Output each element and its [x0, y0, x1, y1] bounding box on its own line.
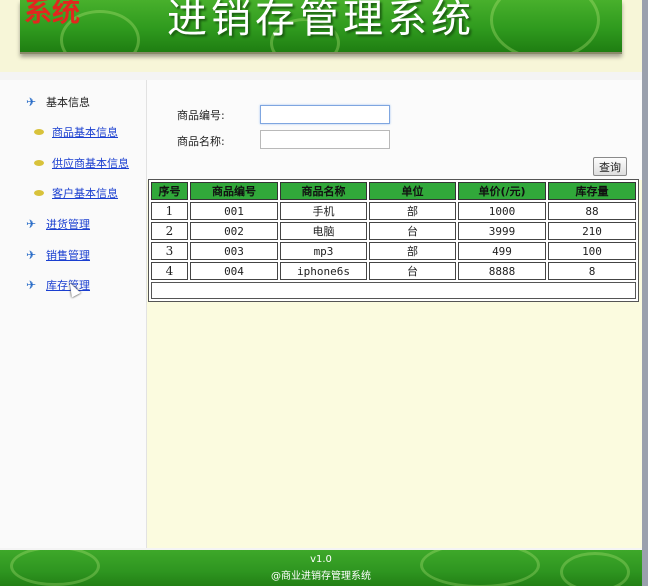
table-row[interactable]: 2 002 电脑 台 3999 210 — [151, 222, 636, 240]
footer-copyright: @商业进销存管理系统 — [271, 571, 371, 582]
product-code-input[interactable] — [260, 105, 390, 124]
cell-code: 003 — [190, 242, 278, 260]
product-table-grid: 序号 商品编号 商品名称 单位 单价(/元) 库存量 1 001 手机 部 10… — [149, 180, 638, 282]
cell-name: 电脑 — [280, 222, 367, 240]
cell-name: mp3 — [280, 242, 367, 260]
footer-banner: v1.0 @商业进销存管理系统 — [0, 550, 642, 586]
table-row[interactable]: 4 004 iphone6s 台 8888 8 — [151, 262, 636, 280]
product-table: 序号 商品编号 商品名称 单位 单价(/元) 库存量 1 001 手机 部 10… — [148, 179, 639, 302]
bird-icon: ✈ — [26, 217, 37, 231]
cell-price: 499 — [458, 242, 546, 260]
table-row[interactable]: 1 001 手机 部 1000 88 — [151, 202, 636, 220]
cell-name: iphone6s — [280, 262, 367, 280]
window-edge — [642, 0, 648, 586]
sidebar-item-label[interactable]: 销售管理 — [46, 247, 90, 263]
table-pager-row — [151, 282, 636, 299]
sidebar-item-label[interactable]: 商品基本信息 — [52, 124, 118, 140]
bird-icon: ✈ — [26, 278, 37, 292]
cell-stock: 8 — [548, 262, 636, 280]
cell-price: 8888 — [458, 262, 546, 280]
footer-version: v1.0 — [310, 554, 332, 565]
leaf-icon — [34, 158, 46, 168]
cell-unit: 台 — [369, 262, 456, 280]
cell-index: 1 — [151, 202, 188, 220]
leaf-icon — [34, 188, 46, 198]
cell-code: 004 — [190, 262, 278, 280]
sidebar-item-label: 基本信息 — [46, 96, 90, 109]
bird-icon: ✈ — [26, 248, 37, 262]
cell-stock: 88 — [548, 202, 636, 220]
column-header-stock: 库存量 — [548, 182, 636, 200]
sidebar-item-supplier-info[interactable]: 供应商基本信息 — [34, 155, 129, 171]
cell-index: 4 — [151, 262, 188, 280]
sidebar-item-product-info[interactable]: 商品基本信息 — [34, 124, 118, 140]
sidebar-item-label[interactable]: 进货管理 — [46, 216, 90, 232]
product-name-input[interactable] — [260, 130, 390, 149]
cell-code: 001 — [190, 202, 278, 220]
sidebar-item-sales[interactable]: ✈ 销售管理 — [26, 247, 90, 263]
leaf-icon — [34, 127, 46, 137]
column-header-unit: 单位 — [369, 182, 456, 200]
cell-name: 手机 — [280, 202, 367, 220]
cell-code: 002 — [190, 222, 278, 240]
cell-stock: 210 — [548, 222, 636, 240]
sidebar-item-customer-info[interactable]: 客户基本信息 — [34, 185, 118, 201]
cell-unit: 部 — [369, 242, 456, 260]
main-content: 商品编号: 商品名称: 查询 序号 商品编号 商品名称 单位 单价(/元) 库存… — [147, 80, 642, 548]
sidebar: ✈ 基本信息 商品基本信息 供应商基本信息 客户基本信息 ✈ 进货管理 ✈ 销售… — [0, 80, 147, 548]
column-header-index: 序号 — [151, 182, 188, 200]
page-title: 进销存管理系统 — [167, 0, 475, 42]
column-header-name: 商品名称 — [280, 182, 367, 200]
header-banner: 系统 进销存管理系统 — [20, 0, 622, 54]
sidebar-item-basic-info: ✈ 基本信息 — [26, 94, 90, 110]
query-button[interactable]: 查询 — [593, 157, 627, 176]
sidebar-item-purchase[interactable]: ✈ 进货管理 — [26, 216, 90, 232]
sidebar-item-label[interactable]: 供应商基本信息 — [52, 155, 129, 171]
cell-stock: 100 — [548, 242, 636, 260]
cell-index: 3 — [151, 242, 188, 260]
product-code-label: 商品编号: — [177, 109, 225, 122]
search-form: 商品编号: 商品名称: 查询 — [147, 80, 642, 180]
cell-price: 1000 — [458, 202, 546, 220]
cell-unit: 部 — [369, 202, 456, 220]
column-header-code: 商品编号 — [190, 182, 278, 200]
cell-unit: 台 — [369, 222, 456, 240]
cell-index: 2 — [151, 222, 188, 240]
column-header-price: 单价(/元) — [458, 182, 546, 200]
sidebar-item-inventory[interactable]: ✈ 库存管理 — [26, 277, 90, 293]
cell-price: 3999 — [458, 222, 546, 240]
sidebar-item-label[interactable]: 客户基本信息 — [52, 185, 118, 201]
product-name-label: 商品名称: — [177, 135, 225, 148]
bird-icon: ✈ — [26, 95, 37, 109]
table-header-row: 序号 商品编号 商品名称 单位 单价(/元) 库存量 — [151, 182, 636, 200]
table-row[interactable]: 3 003 mp3 部 499 100 — [151, 242, 636, 260]
